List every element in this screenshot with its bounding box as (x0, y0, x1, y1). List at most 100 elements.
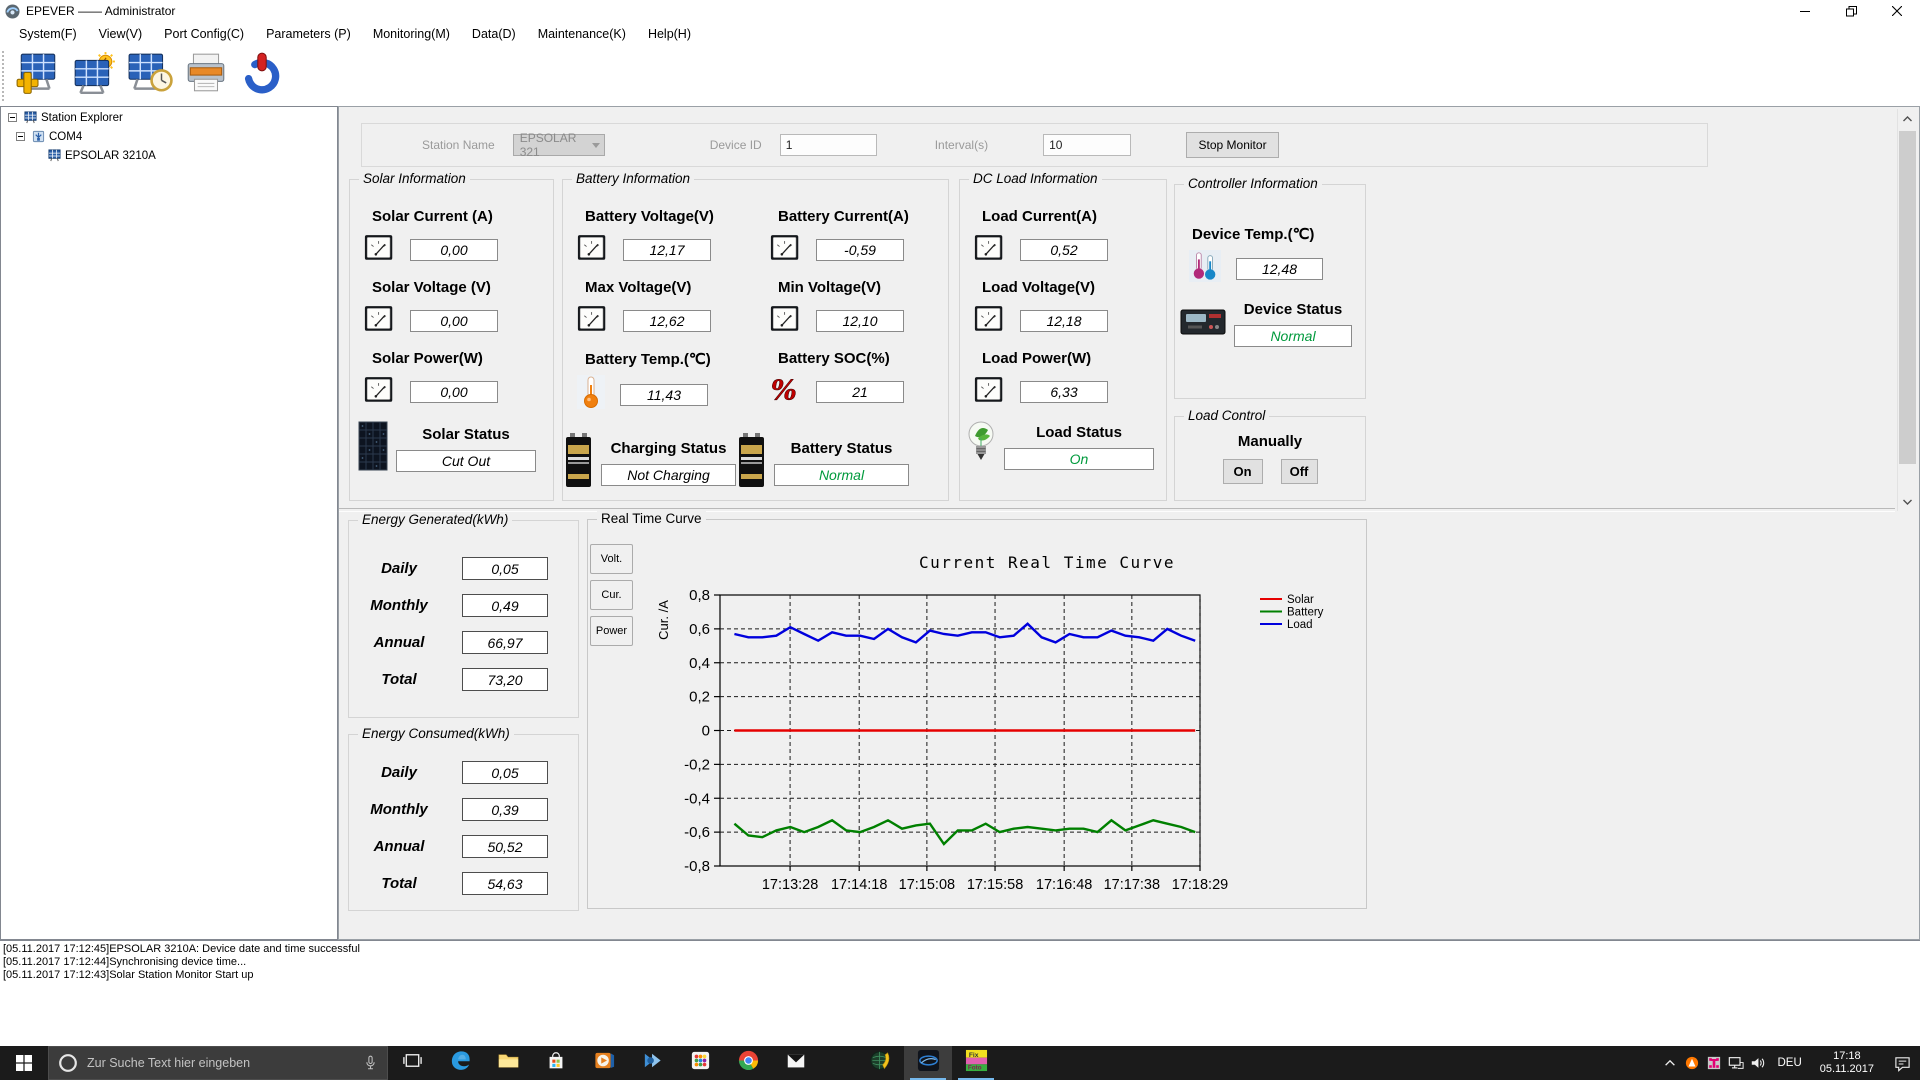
taskbar-app-mail[interactable] (772, 1046, 820, 1080)
svg-text:0,6: 0,6 (689, 621, 710, 638)
tree-item-com4[interactable]: COM4 (1, 128, 337, 145)
status-charging-status: Charging Status Not Charging (563, 432, 736, 493)
chrome-icon (737, 1049, 760, 1077)
load-off-button[interactable]: Off (1280, 459, 1318, 484)
section-divider (339, 508, 1895, 512)
metric-value: 12,18 (1020, 309, 1108, 332)
device-id-label: Device ID (709, 138, 762, 152)
language-indicator[interactable]: DEU (1769, 1057, 1809, 1069)
close-button[interactable] (1874, 0, 1920, 22)
svg-text:17:14:18: 17:14:18 (831, 877, 887, 893)
tree-label[interactable]: COM4 (49, 131, 82, 143)
solar-status-area: Solar Status Cut Out (358, 421, 553, 476)
tree-item-device[interactable]: EPSOLAR 3210A (1, 147, 337, 164)
exit-button[interactable] (236, 51, 288, 101)
energy-consumed-rows: Daily 0,05 Monthly 0,39 Annual 50,52 Total 54,6… (349, 735, 578, 895)
station-name-select[interactable]: EPSOLAR 321 (512, 131, 605, 159)
print-button[interactable] (180, 51, 232, 101)
energy-value: 73,20 (462, 668, 548, 691)
station-config-button[interactable] (68, 51, 120, 101)
start-button[interactable] (0, 1046, 48, 1080)
metric-label: Solar Voltage (V) (372, 279, 491, 296)
scroll-down-button[interactable] (1899, 493, 1916, 510)
tree-item-station-explorer[interactable]: Station Explorer (1, 109, 337, 126)
metric-battery-current-a: Battery Current(A) -0,59 (756, 208, 949, 267)
metric-solar-power-w: Solar Power(W) 0,00 (350, 350, 553, 409)
energy-label: Annual (373, 838, 425, 855)
menu-item-view-v-[interactable]: View(V) (88, 24, 154, 44)
energy-label: Monthly (370, 801, 428, 818)
battery-icon (563, 432, 593, 493)
search-input[interactable]: Zur Suche Text hier eingeben (48, 1046, 388, 1080)
taskbar-app-chrome[interactable] (724, 1046, 772, 1080)
microphone-icon[interactable] (364, 1055, 377, 1072)
menu-item-maintenance-k-[interactable]: Maintenance(K) (527, 24, 637, 44)
action-center-icon[interactable] (1884, 1055, 1920, 1072)
taskbar-app-app-launcher[interactable] (676, 1046, 724, 1080)
svg-text:-0,8: -0,8 (684, 858, 710, 875)
tray-network-icon[interactable] (1725, 1055, 1747, 1071)
taskbar-app-store[interactable] (532, 1046, 580, 1080)
svg-text:17:15:58: 17:15:58 (967, 877, 1023, 893)
menu-item-monitoring-m-[interactable]: Monitoring(M) (362, 24, 461, 44)
stop-monitor-button[interactable]: Stop Monitor (1186, 132, 1280, 158)
interval-input[interactable]: 10 (1043, 134, 1132, 156)
energy-generated-rows: Daily 0,05 Monthly 0,49 Annual 66,97 Total 73,2… (349, 521, 578, 691)
taskbar-app-media-player[interactable] (580, 1046, 628, 1080)
metric-label: Solar Power(W) (372, 350, 483, 367)
taskbar-app-file-explorer[interactable] (484, 1046, 532, 1080)
scrollbar-thumb[interactable] (1899, 131, 1916, 464)
svg-text:0,8: 0,8 (689, 587, 710, 604)
energy-value: 54,63 (462, 872, 548, 895)
metric-label: Load Voltage(V) (982, 279, 1096, 296)
tray-telekom-icon[interactable] (1703, 1055, 1725, 1071)
device-id-input[interactable]: 1 (779, 134, 877, 156)
panel-clock-icon (127, 52, 173, 99)
menu-item-data-d-[interactable]: Data(D) (461, 24, 527, 44)
tree-label[interactable]: EPSOLAR 3210A (65, 150, 156, 162)
metric-battery-voltage-v: Battery Voltage(V) 12,17 (563, 208, 756, 267)
energy-row-annual: Annual 66,97 (349, 631, 578, 654)
real-time-monitor-button[interactable] (124, 51, 176, 101)
metric-label: Solar Current (A) (372, 208, 493, 225)
taskbar-app-epever-monitor[interactable] (904, 1046, 952, 1080)
add-station-button[interactable] (12, 51, 64, 101)
load-on-button[interactable]: On (1222, 459, 1263, 484)
toolbar-grip[interactable] (2, 50, 8, 101)
collapse-icon[interactable] (8, 113, 17, 122)
taskbar-app-edge[interactable] (436, 1046, 484, 1080)
clock[interactable]: 17:18 05.11.2017 (1810, 1050, 1884, 1076)
tree-label[interactable]: Station Explorer (41, 112, 123, 124)
metric-solar-voltage-v: Solar Voltage (V) 0,00 (350, 279, 553, 338)
scroll-up-button[interactable] (1899, 110, 1916, 127)
restore-button[interactable] (1828, 0, 1874, 22)
tray-avast-icon[interactable] (1681, 1055, 1703, 1071)
tray-volume-icon[interactable] (1747, 1055, 1769, 1071)
fixfoto-icon: Fix Foto (965, 1049, 988, 1077)
energy-label: Annual (373, 634, 425, 651)
taskbar-app-media-center[interactable] (628, 1046, 676, 1080)
menu-item-help-h-[interactable]: Help(H) (637, 24, 702, 44)
menu-item-port-config-c-[interactable]: Port Config(C) (153, 24, 255, 44)
window-title: EPEVER —— Administrator (26, 4, 176, 18)
menu-item-system-f-[interactable]: System(F) (8, 24, 88, 44)
taskbar-app-task-view[interactable] (388, 1046, 436, 1080)
collapse-icon[interactable] (16, 132, 25, 141)
energy-value: 0,39 (462, 798, 548, 821)
energy-value: 66,97 (462, 631, 548, 654)
tray-chevron-up-icon[interactable] (1659, 1055, 1681, 1071)
taskbar-app-web-globe[interactable] (856, 1046, 904, 1080)
metric-value: -0,59 (816, 238, 904, 261)
epever-monitor-icon (917, 1049, 940, 1077)
menu-item-parameters-p-[interactable]: Parameters (P) (255, 24, 362, 44)
metric-solar-current-a: Solar Current (A) 0,00 (350, 208, 553, 267)
device-icon (48, 149, 61, 162)
svg-text:Battery: Battery (1287, 607, 1324, 619)
title-bar: EPEVER —— Administrator (0, 0, 1920, 22)
minimize-button[interactable] (1782, 0, 1828, 22)
taskbar-app-fixfoto[interactable]: Fix Foto (952, 1046, 1000, 1080)
svg-text:0,4: 0,4 (689, 655, 710, 672)
metric-value: 6,33 (1020, 380, 1108, 403)
log-line: [05.11.2017 17:12:45]EPSOLAR 3210A: Devi… (3, 943, 360, 955)
load-control-panel: Load Control Manually On Off (1174, 408, 1366, 501)
